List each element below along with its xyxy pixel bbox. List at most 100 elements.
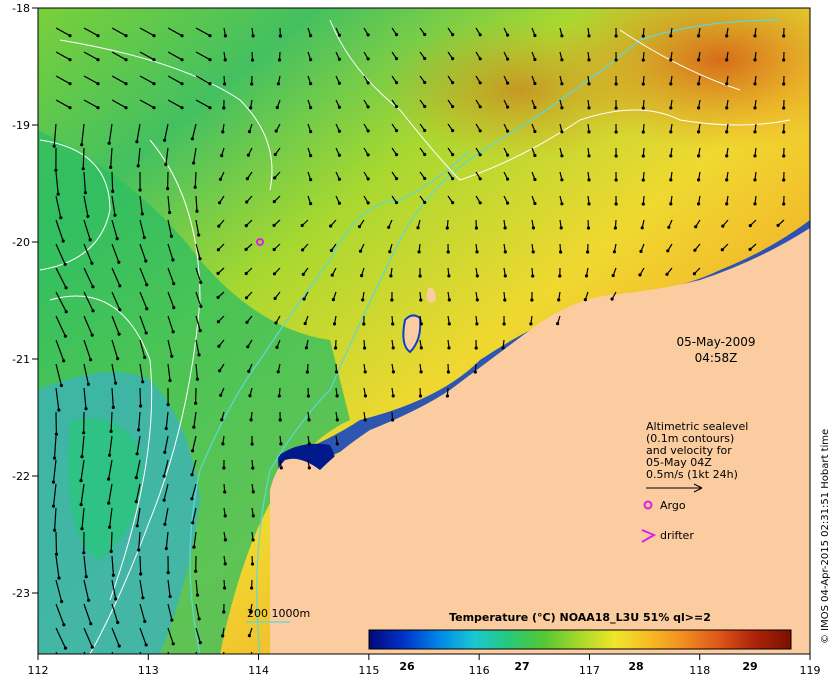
arrow-head-icon	[190, 473, 194, 477]
arrow-head-icon	[475, 250, 479, 254]
arrow-head-icon	[533, 153, 537, 158]
arrow-head-icon	[697, 202, 701, 206]
arrow-head-icon	[330, 273, 334, 277]
velocity-arrow-icon	[55, 651, 58, 654]
arrow-head-icon	[533, 201, 537, 206]
arrow-head-icon	[305, 370, 309, 374]
velocity-arrow-icon	[139, 555, 142, 575]
arrow-head-icon	[503, 250, 507, 254]
arrow-head-icon	[394, 201, 399, 205]
arrow-head-icon	[135, 524, 139, 528]
arrow-head-icon	[144, 259, 148, 263]
arrow-head-icon	[274, 321, 278, 325]
arrow-head-icon	[560, 34, 564, 38]
arrow-head-icon	[216, 248, 220, 252]
arrow-head-icon	[272, 223, 276, 227]
arrow-head-icon	[251, 490, 255, 494]
arrow-head-icon	[68, 106, 72, 110]
arrow-head-icon	[394, 105, 399, 109]
arrow-head-icon	[168, 210, 172, 215]
arrow-head-icon	[394, 153, 399, 157]
warm-patch-2	[380, 20, 660, 160]
arrow-head-icon	[166, 403, 170, 407]
arrow-head-icon	[52, 144, 56, 148]
arrow-head-icon	[529, 322, 533, 326]
arrow-head-icon	[337, 129, 341, 133]
arrow-head-icon	[117, 332, 121, 336]
arrow-head-icon	[144, 643, 148, 647]
arrow-head-icon	[423, 104, 427, 109]
arrow-head-icon	[451, 81, 455, 85]
arrow-head-icon	[251, 466, 255, 470]
arrow-head-icon	[162, 498, 166, 502]
arrow-head-icon	[163, 522, 167, 526]
arrow-head-icon	[669, 130, 673, 134]
arrow-head-icon	[531, 274, 535, 278]
arrow-head-icon	[337, 57, 341, 61]
arrow-head-icon	[221, 634, 225, 638]
arrow-head-icon	[96, 58, 100, 62]
arrow-head-icon	[419, 298, 423, 302]
arrow-head-icon	[394, 129, 399, 133]
arrow-head-icon	[506, 201, 510, 205]
arrow-head-icon	[503, 226, 507, 230]
arrow-head-icon	[725, 202, 729, 206]
arrow-head-icon	[118, 284, 122, 288]
arrow-head-icon	[309, 202, 313, 206]
arrow-head-icon	[65, 670, 68, 673]
arrow-head-icon	[250, 562, 255, 566]
arrow-head-icon	[117, 260, 121, 264]
arrow-head-icon	[725, 154, 729, 158]
arrow-head-icon	[533, 105, 537, 110]
arrow-head-icon	[361, 298, 365, 302]
arrow-head-icon	[391, 322, 395, 326]
arrow-head-icon	[192, 545, 196, 549]
arrow-head-icon	[692, 272, 697, 276]
y-tick-label: -23	[12, 587, 30, 600]
arrow-head-icon	[332, 322, 337, 326]
arrow-head-icon	[501, 346, 505, 350]
arrow-head-icon	[111, 573, 115, 577]
arrow-head-icon	[447, 322, 451, 326]
credit-text: © IMOS 04-Apr-2015 02:31:51 Hobart time	[820, 429, 831, 644]
arrow-head-icon	[560, 202, 564, 206]
arrow-head-icon	[475, 274, 479, 278]
arrow-head-icon	[172, 306, 176, 310]
arrow-head-icon	[474, 346, 478, 350]
arrow-head-icon	[388, 250, 392, 254]
arrow-head-icon	[96, 82, 100, 86]
arrow-head-icon	[118, 308, 122, 312]
arrow-head-icon	[144, 331, 148, 335]
arrow-head-icon	[391, 370, 395, 374]
arrow-head-icon	[251, 34, 255, 38]
arrow-head-icon	[451, 33, 455, 37]
arrow-head-icon	[62, 359, 66, 363]
arrow-head-icon	[587, 82, 591, 86]
arrow-head-icon	[394, 33, 399, 37]
arrow-head-icon	[613, 226, 618, 230]
arrow-head-icon	[90, 645, 94, 649]
arrow-head-icon	[218, 177, 223, 181]
arrow-head-icon	[753, 58, 757, 62]
arrow-head-icon	[197, 617, 201, 621]
arrow-head-icon	[192, 425, 196, 429]
arrow-head-icon	[248, 394, 252, 398]
arrow-head-icon	[54, 432, 59, 436]
arrow-head-icon	[478, 153, 482, 157]
arrow-head-icon	[360, 274, 364, 278]
arrow-head-icon	[556, 322, 560, 326]
arrow-head-icon	[222, 466, 226, 470]
arrow-head-icon	[533, 57, 537, 62]
arrow-head-icon	[753, 34, 757, 38]
arrow-head-icon	[694, 225, 698, 229]
arrow-head-icon	[446, 370, 450, 374]
arrow-head-icon	[223, 34, 227, 38]
arrow-head-icon	[124, 106, 128, 110]
arrow-head-icon	[244, 296, 249, 300]
arrow-head-icon	[753, 202, 757, 206]
arrow-head-icon	[614, 58, 618, 62]
arrow-head-icon	[191, 521, 195, 525]
arrow-head-icon	[168, 594, 172, 599]
arrow-head-icon	[697, 58, 701, 62]
arrow-head-icon	[116, 620, 120, 625]
